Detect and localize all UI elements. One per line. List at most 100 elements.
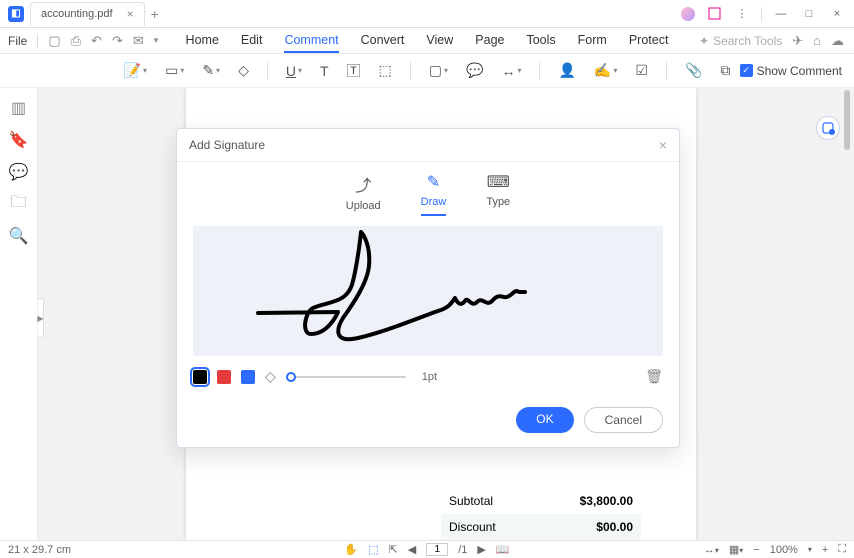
highlight-tool[interactable]: ▭▾	[165, 62, 184, 79]
reflow-icon[interactable]: ⇱	[389, 543, 398, 556]
pencil-tool[interactable]: ✎▾	[202, 62, 220, 79]
document-tab[interactable]: accounting.pdf ×	[30, 2, 145, 26]
text-tool[interactable]: T	[320, 63, 329, 79]
zoom-in-icon[interactable]: +	[822, 544, 828, 556]
save-icon[interactable]: ▢	[48, 33, 60, 49]
user-avatar[interactable]	[681, 7, 695, 21]
view-mode-icon[interactable]: ▦▾	[729, 543, 743, 556]
table-row: Discount$00.00	[441, 514, 641, 540]
ok-button[interactable]: OK	[516, 407, 573, 433]
file-menu[interactable]: File	[8, 34, 27, 48]
color-red[interactable]	[217, 370, 231, 384]
dialog-title: Add Signature	[189, 138, 265, 152]
color-blue[interactable]	[241, 370, 255, 384]
area-tool[interactable]: ⬚	[379, 62, 392, 79]
qat-dropdown-icon[interactable]: ▾	[154, 35, 159, 46]
draw-icon: ✎	[427, 172, 440, 192]
comment-toolbar: 📝▾ ▭▾ ✎▾ ◇ U▾ T 🅃 ⬚ ▢▾ 💬 ↔▾ 👤 ✍▾ ☑ 📎 ⧉ ✓…	[0, 54, 854, 88]
cancel-button[interactable]: Cancel	[584, 407, 663, 433]
checkbox-checked-icon: ✓	[740, 64, 753, 77]
underline-tool[interactable]: U▾	[286, 63, 302, 79]
tab-title: accounting.pdf	[41, 8, 113, 20]
signature-tool[interactable]: ✍▾	[594, 62, 617, 79]
left-sidebar: ▥ 🔖 💬 🗀 🔍	[0, 88, 38, 540]
eraser-tool[interactable]: ◇	[238, 62, 249, 79]
menu-tools[interactable]: Tools	[526, 29, 555, 53]
signature-mode-tabs: ⤴ Upload ✎ Draw ⌨ Type	[177, 162, 679, 222]
titlebar: ◧ accounting.pdf × + ⋮ — □ ×	[0, 0, 854, 28]
stamp-tool[interactable]: 👤	[558, 62, 575, 79]
sparkle-icon: ✦	[699, 34, 709, 48]
menu-protect[interactable]: Protect	[629, 29, 669, 53]
clear-signature-icon[interactable]: 🗑	[645, 368, 663, 385]
search-panel-icon[interactable]: 🔍	[11, 228, 27, 244]
cloud-icon[interactable]: ☁	[831, 33, 844, 49]
undo-icon[interactable]: ↶	[91, 33, 102, 49]
fit-width-icon[interactable]: ↔▾	[704, 544, 719, 556]
vertical-scrollbar[interactable]	[844, 90, 850, 150]
attachments-icon[interactable]: 🗀	[11, 196, 27, 212]
compare-tool[interactable]: ⧉	[720, 62, 730, 79]
note-tool[interactable]: 📝▾	[124, 62, 147, 79]
reading-mode-icon[interactable]: 📖	[496, 543, 510, 556]
zoom-dropdown-icon[interactable]: ▾	[808, 545, 812, 554]
menubar: File ▢ ⎙ ↶ ↷ ✉ ▾ Home Edit Comment Convert V…	[0, 28, 854, 54]
statusbar: 21 x 29.7 cm ✋ ⬚ ⇱ ◀ /1 ▶ 📖 ↔▾ ▦▾ − 100%…	[0, 540, 854, 558]
tab-upload[interactable]: ⤴ Upload	[346, 172, 381, 216]
show-comment-toggle[interactable]: ✓ Show Comment	[740, 64, 842, 78]
hand-tool-icon[interactable]: ✋	[344, 543, 358, 556]
ai-assistant-badge[interactable]	[816, 116, 840, 140]
fullscreen-icon[interactable]: ⛶	[838, 543, 846, 556]
app-icon: ◧	[8, 6, 24, 22]
slider-handle[interactable]	[286, 372, 296, 382]
dialog-close-icon[interactable]: ×	[659, 137, 667, 153]
measure-tool[interactable]: ↔▾	[501, 63, 521, 79]
eraser-icon[interactable]: ◇	[265, 368, 276, 385]
menu-home[interactable]: Home	[186, 29, 219, 53]
menu-page[interactable]: Page	[475, 29, 504, 53]
comments-panel-icon[interactable]: 💬	[11, 164, 27, 180]
zoom-out-icon[interactable]: −	[753, 544, 759, 556]
menu-convert[interactable]: Convert	[361, 29, 405, 53]
add-signature-dialog: Add Signature × ⤴ Upload ✎ Draw ⌨ Type ◇…	[176, 128, 680, 448]
select-tool-icon[interactable]: ⬚	[368, 543, 378, 556]
notification-icon[interactable]	[705, 5, 723, 23]
close-tab-icon[interactable]: ×	[127, 7, 134, 21]
menu-view[interactable]: View	[426, 29, 453, 53]
bookmarks-icon[interactable]: 🔖	[11, 132, 27, 148]
maximize-button[interactable]: □	[800, 5, 818, 23]
upload-icon: ⤴	[355, 172, 371, 196]
textbox-tool[interactable]: 🅃	[347, 61, 361, 81]
mail-icon[interactable]: ✉	[133, 33, 144, 49]
page-number-input[interactable]	[426, 543, 448, 556]
color-black[interactable]	[193, 370, 207, 384]
keyboard-icon: ⌨	[487, 172, 510, 192]
close-window-button[interactable]: ×	[828, 5, 846, 23]
home-icon[interactable]: ⌂	[813, 33, 821, 48]
search-tools-label: Search Tools	[713, 34, 782, 48]
menu-comment[interactable]: Comment	[284, 29, 338, 53]
zoom-level: 100%	[770, 544, 798, 556]
callout-tool[interactable]: 💬	[466, 62, 483, 79]
minimize-button[interactable]: —	[772, 5, 790, 23]
menu-form[interactable]: Form	[578, 29, 607, 53]
menu-edit[interactable]: Edit	[241, 29, 263, 53]
page-total: /1	[458, 544, 467, 556]
search-tools[interactable]: ✦ Search Tools	[699, 34, 782, 48]
tab-draw[interactable]: ✎ Draw	[421, 172, 447, 216]
redo-icon[interactable]: ↷	[112, 33, 123, 49]
thickness-slider[interactable]	[286, 376, 406, 378]
prev-page-icon[interactable]: ◀	[408, 543, 416, 556]
kebab-menu-icon[interactable]: ⋮	[733, 5, 751, 23]
thickness-value: 1pt	[422, 371, 437, 383]
approve-tool[interactable]: ☑	[635, 62, 648, 79]
new-tab-button[interactable]: +	[151, 6, 159, 22]
signature-drawing-pad[interactable]	[193, 226, 663, 356]
tab-type[interactable]: ⌨ Type	[486, 172, 510, 216]
next-page-icon[interactable]: ▶	[477, 543, 485, 556]
shape-tool[interactable]: ▢▾	[429, 62, 448, 79]
print-icon[interactable]: ⎙	[71, 33, 81, 49]
attachment-tool[interactable]: 📎	[685, 62, 702, 79]
send-icon[interactable]: ✈	[792, 33, 803, 49]
thumbnails-icon[interactable]: ▥	[11, 100, 27, 116]
